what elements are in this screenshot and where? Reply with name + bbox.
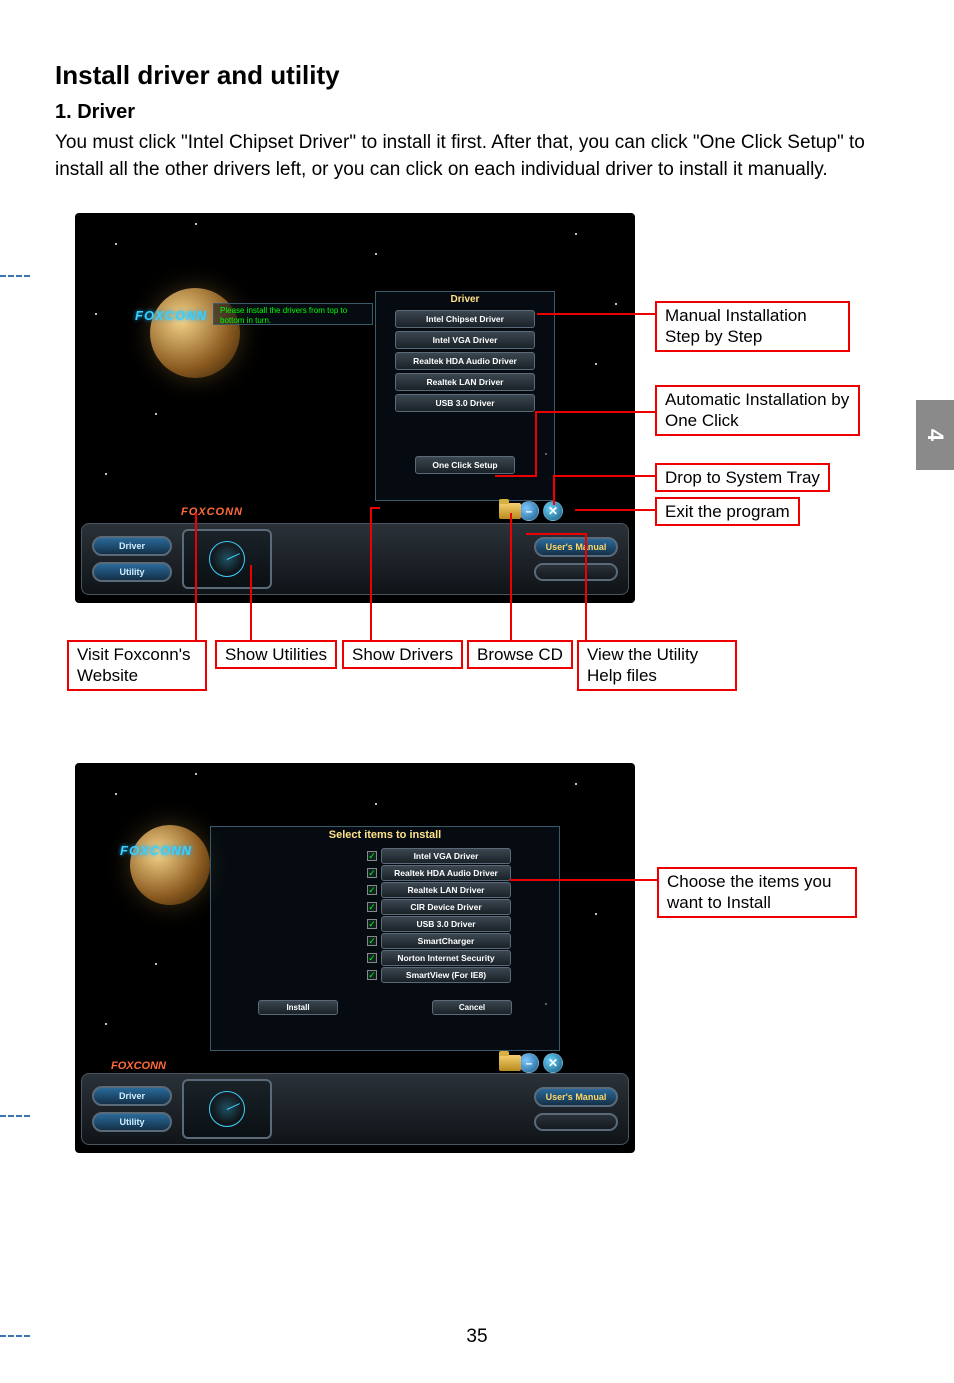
leader-line	[370, 507, 380, 509]
section-title: 1. Driver	[55, 101, 904, 124]
leader-line	[575, 509, 655, 511]
one-click-setup-button[interactable]: One Click Setup	[415, 456, 515, 474]
select-items-panel: Select items to install Intel VGA Driver…	[210, 826, 560, 1051]
cancel-button[interactable]: Cancel	[432, 1000, 512, 1015]
hint-text: Please install the drivers from top to b…	[220, 306, 366, 325]
driver-panel-header: Driver	[382, 292, 548, 307]
driver-tab-button[interactable]: Driver	[92, 536, 172, 556]
callout-manual-install: Manual Installation Step by Step	[655, 301, 850, 352]
leader-line	[510, 513, 512, 640]
chapter-tab: 4	[916, 400, 954, 470]
driver-intel-vga[interactable]: Intel VGA Driver	[395, 331, 535, 349]
select-header: Select items to install	[217, 827, 553, 847]
hint-panel: Please install the drivers from top to b…	[213, 303, 373, 325]
leader-line	[250, 565, 252, 640]
check-icon[interactable]	[367, 868, 377, 878]
leader-line	[585, 533, 587, 640]
page-edge-mark	[0, 1115, 30, 1117]
leader-line	[370, 507, 372, 640]
users-manual-button[interactable]: User's Manual	[534, 1087, 618, 1107]
item-intel-vga[interactable]: Intel VGA Driver	[367, 848, 553, 864]
item-usb3[interactable]: USB 3.0 Driver	[367, 916, 553, 932]
callout-browse-cd: Browse CD	[467, 640, 573, 669]
leader-line	[553, 475, 555, 505]
check-icon[interactable]	[367, 970, 377, 980]
check-icon[interactable]	[367, 936, 377, 946]
check-icon[interactable]	[367, 885, 377, 895]
callout-help-files: View the Utility Help files	[577, 640, 737, 691]
window-controls: – ✕	[519, 501, 563, 521]
driver-usb3[interactable]: USB 3.0 Driver	[395, 394, 535, 412]
callout-choose-items: Choose the items you want to Install	[657, 867, 857, 918]
users-manual-button[interactable]: User's Manual	[534, 537, 618, 557]
item-realtek-lan[interactable]: Realtek LAN Driver	[367, 882, 553, 898]
install-button[interactable]: Install	[258, 1000, 338, 1015]
close-button[interactable]: ✕	[543, 1053, 563, 1073]
page-edge-mark	[0, 275, 30, 277]
leader-line	[535, 411, 537, 477]
item-cir-device[interactable]: CIR Device Driver	[367, 899, 553, 915]
callout-website: Visit Foxconn's Website	[67, 640, 207, 691]
screenshot-1: FOXCONN Please install the drivers from …	[75, 213, 635, 603]
leader-line	[510, 879, 658, 881]
leader-line	[535, 411, 655, 413]
driver-realtek-lan[interactable]: Realtek LAN Driver	[395, 373, 535, 391]
driver-tab-button[interactable]: Driver	[92, 1086, 172, 1106]
driver-realtek-audio[interactable]: Realtek HDA Audio Driver	[395, 352, 535, 370]
foxconn-logo-bar[interactable]: FOXCONN	[181, 506, 243, 518]
window-controls: – ✕	[519, 1053, 563, 1073]
callout-system-tray: Drop to System Tray	[655, 463, 830, 492]
planet-graphic	[130, 825, 210, 905]
callout-show-drivers: Show Drivers	[342, 640, 463, 669]
item-smartview[interactable]: SmartView (For IE8)	[367, 967, 553, 983]
leader-line	[195, 513, 197, 640]
driver-intel-chipset[interactable]: Intel Chipset Driver	[395, 310, 535, 328]
check-icon[interactable]	[367, 953, 377, 963]
callout-exit: Exit the program	[655, 497, 800, 526]
figure-1: FOXCONN Please install the drivers from …	[75, 213, 904, 703]
bottom-toolbar: Driver Utility User's Manual	[81, 1073, 629, 1145]
callout-show-utilities: Show Utilities	[215, 640, 337, 669]
utility-tab-button[interactable]: Utility	[92, 1112, 172, 1132]
callout-auto-install: Automatic Installation by One Click	[655, 385, 860, 436]
body-text: You must click "Intel Chipset Driver" to…	[55, 130, 904, 183]
utility-tab-button[interactable]: Utility	[92, 562, 172, 582]
check-icon[interactable]	[367, 919, 377, 929]
leader-line	[555, 475, 655, 477]
page-edge-mark	[0, 1335, 30, 1337]
item-smartcharger[interactable]: SmartCharger	[367, 933, 553, 949]
screenshot-2: FOXCONN Select items to install Intel VG…	[75, 763, 635, 1153]
leader-line	[537, 313, 655, 315]
empty-slot	[534, 1113, 618, 1131]
planet-graphic	[150, 288, 240, 378]
item-norton[interactable]: Norton Internet Security	[367, 950, 553, 966]
foxconn-logo-corner: FOXCONN	[135, 308, 207, 323]
leader-line	[526, 533, 586, 535]
minimize-button[interactable]: –	[519, 1053, 539, 1073]
leader-line	[495, 475, 535, 477]
check-icon[interactable]	[367, 851, 377, 861]
figure-2: FOXCONN Select items to install Intel VG…	[75, 763, 904, 1173]
page-number: 35	[0, 1326, 954, 1348]
driver-list: Intel Chipset Driver Intel VGA Driver Re…	[382, 310, 548, 412]
radar-graphic	[182, 1079, 272, 1139]
foxconn-logo-corner: FOXCONN	[120, 843, 192, 858]
empty-slot	[534, 563, 618, 581]
check-icon[interactable]	[367, 902, 377, 912]
page-title: Install driver and utility	[55, 60, 904, 91]
driver-panel: Driver Intel Chipset Driver Intel VGA Dr…	[375, 291, 555, 501]
minimize-button[interactable]: –	[519, 501, 539, 521]
folder-icon[interactable]	[499, 1055, 521, 1071]
foxconn-logo-bar[interactable]: FOXCONN	[111, 1060, 166, 1072]
